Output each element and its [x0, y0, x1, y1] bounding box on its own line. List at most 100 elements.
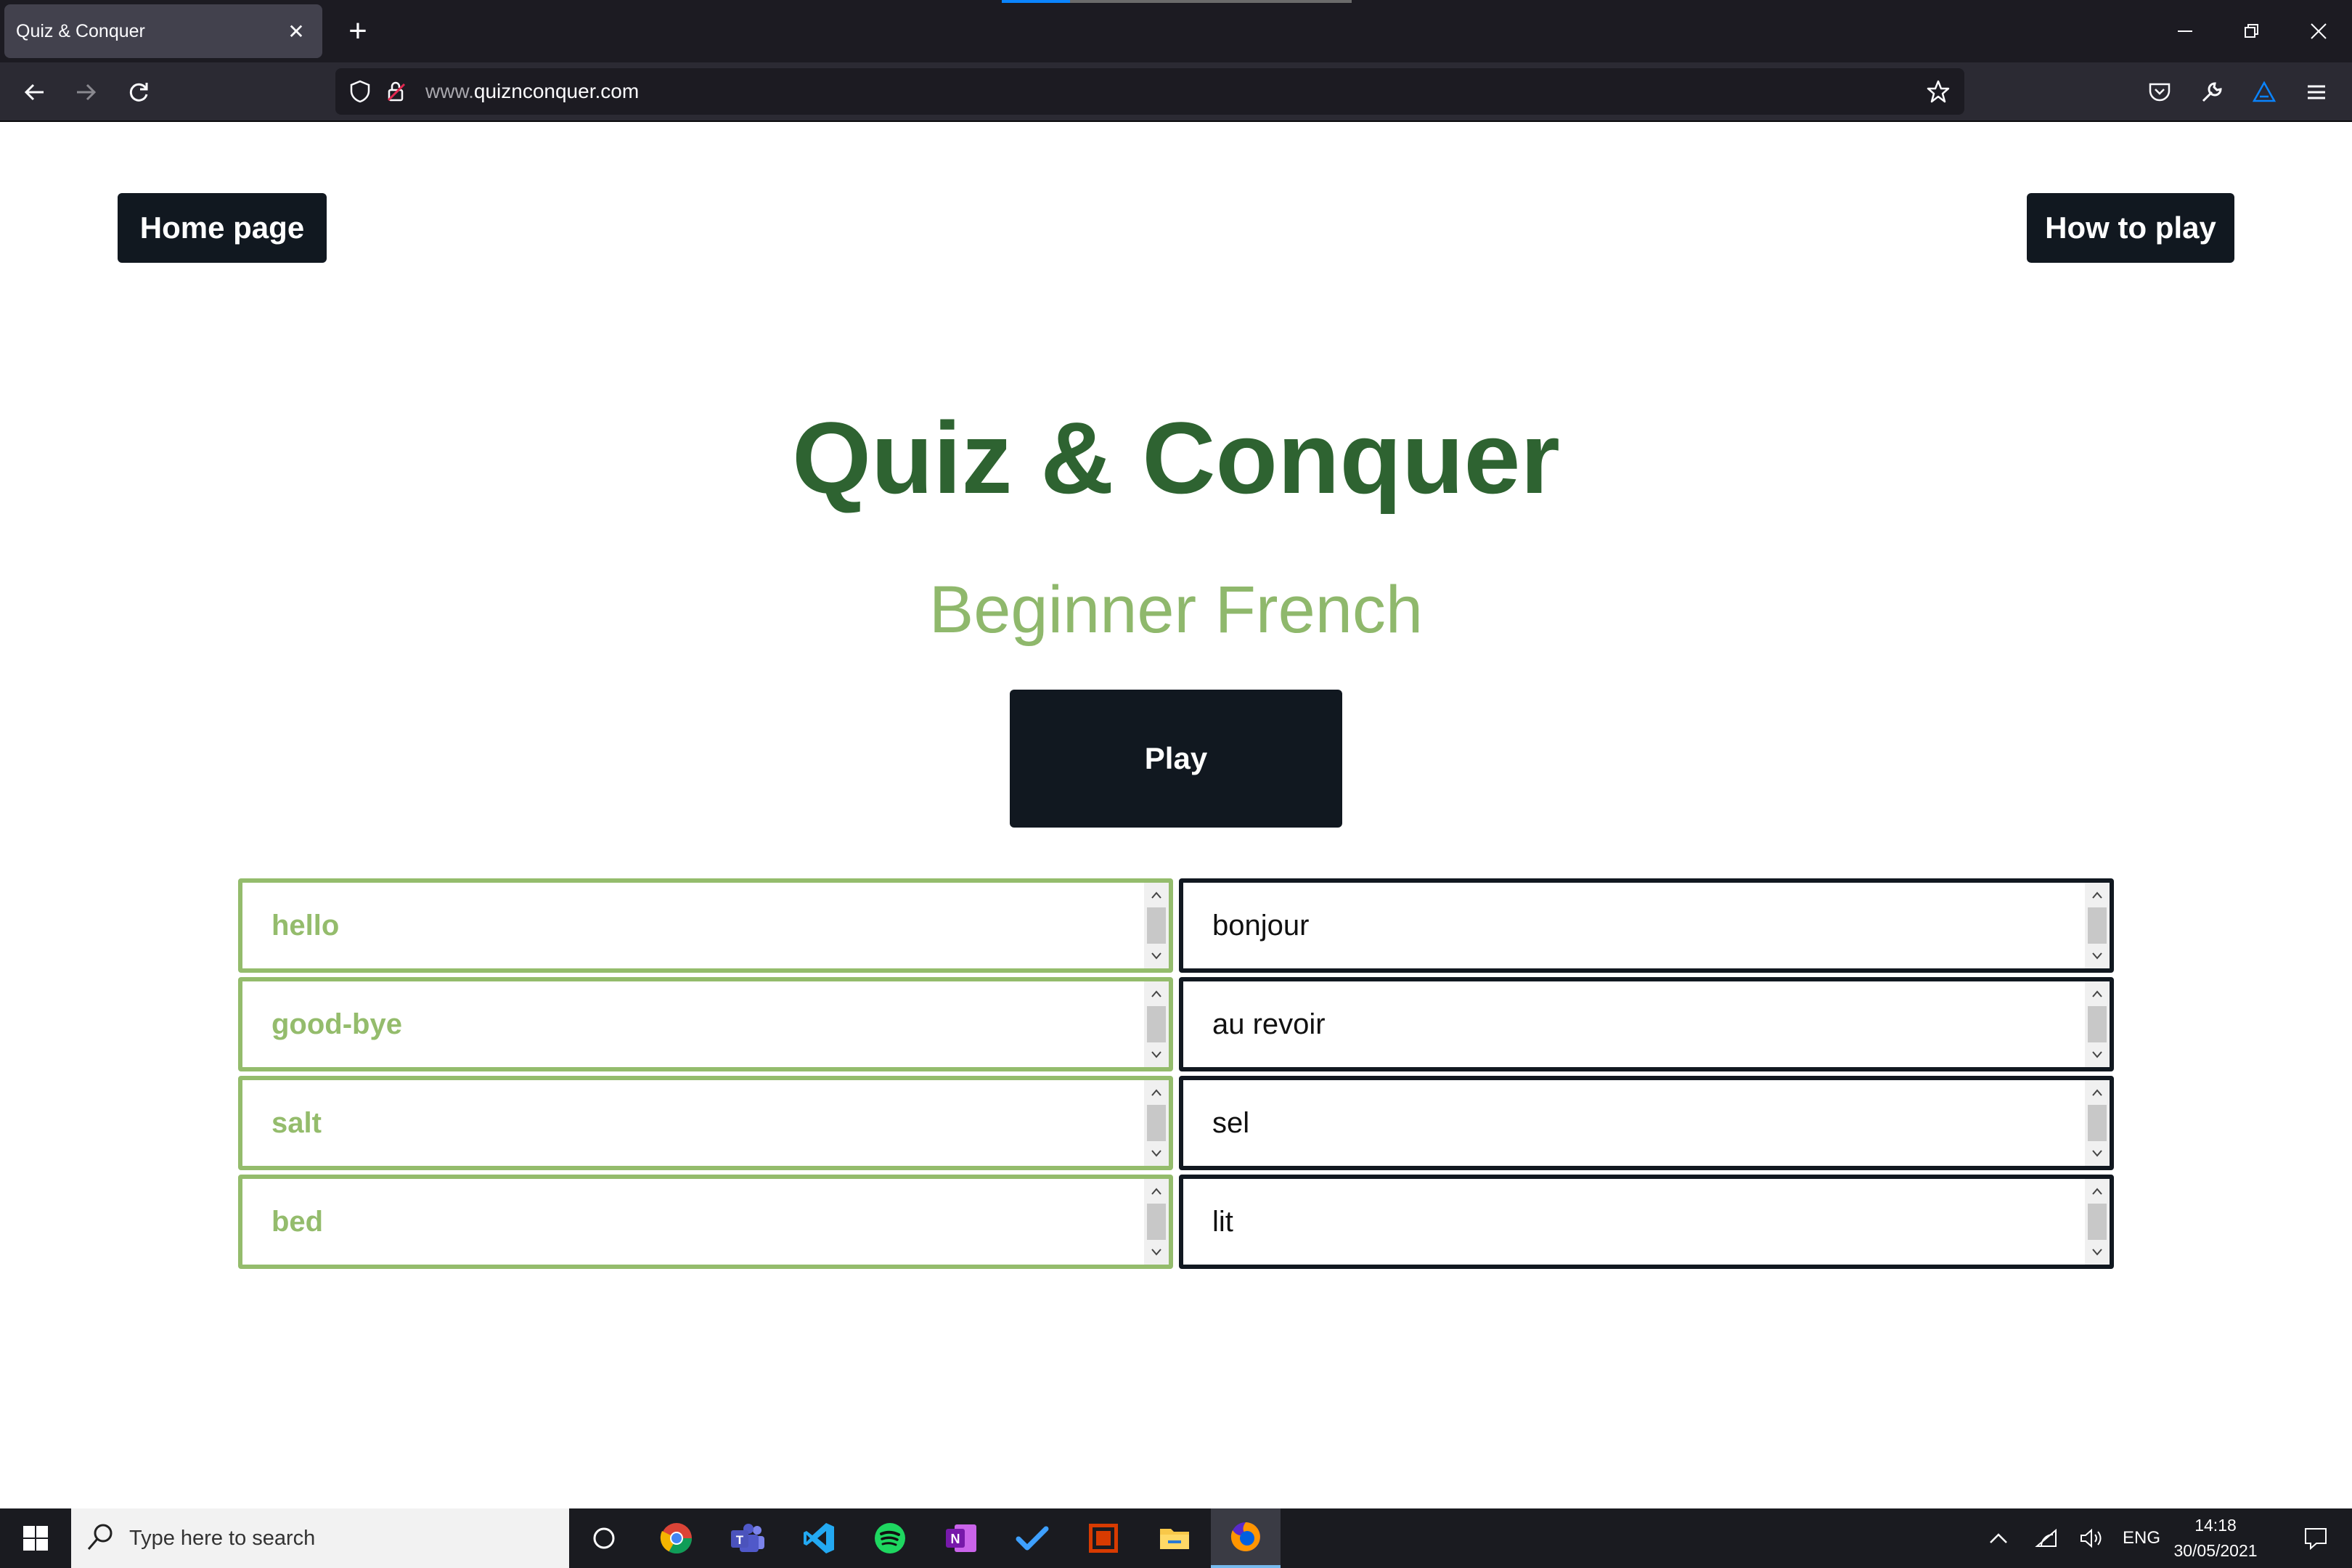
- search-placeholder: Type here to search: [129, 1526, 316, 1550]
- english-word: hello: [271, 910, 340, 942]
- scroll-up-icon[interactable]: [2085, 1180, 2110, 1202]
- scroll-thumb[interactable]: [1147, 1204, 1166, 1240]
- word-pair-row: salt sel: [238, 1076, 2114, 1175]
- english-word-field[interactable]: hello: [238, 878, 1173, 973]
- volume-icon[interactable]: [2073, 1508, 2110, 1568]
- scroll-up-icon[interactable]: [2085, 1082, 2110, 1103]
- scrollbar[interactable]: [2085, 1179, 2110, 1265]
- scrollbar[interactable]: [1144, 981, 1169, 1067]
- url-text[interactable]: www.quiznconquer.com: [425, 68, 639, 115]
- bookmark-star-icon[interactable]: [1922, 75, 1954, 107]
- windows-start-icon[interactable]: [0, 1508, 71, 1568]
- reload-icon[interactable]: [119, 73, 158, 112]
- scroll-up-icon[interactable]: [1144, 1180, 1169, 1202]
- teams-icon[interactable]: T: [713, 1508, 783, 1568]
- svg-text:N: N: [951, 1532, 960, 1546]
- scroll-down-icon[interactable]: [1144, 1044, 1169, 1066]
- url-domain: quiznconquer.com: [473, 80, 640, 102]
- spotify-icon[interactable]: [855, 1508, 925, 1568]
- how-to-play-button[interactable]: How to play: [2027, 193, 2234, 263]
- scroll-up-icon[interactable]: [2085, 983, 2110, 1005]
- web-page: Home page How to play Quiz & Conquer Beg…: [0, 123, 2352, 1508]
- scroll-down-icon[interactable]: [2085, 1241, 2110, 1263]
- shield-icon[interactable]: [344, 75, 376, 107]
- extension-icon[interactable]: [2245, 73, 2284, 112]
- scrollbar[interactable]: [2085, 1080, 2110, 1166]
- scroll-up-icon[interactable]: [1144, 884, 1169, 906]
- french-word-field[interactable]: bonjour: [1179, 878, 2114, 973]
- french-word-field[interactable]: sel: [1179, 1076, 2114, 1170]
- network-icon[interactable]: [2028, 1508, 2065, 1568]
- home-page-button[interactable]: Home page: [118, 193, 327, 263]
- browser-nav-bar: www.quiznconquer.com: [0, 62, 2352, 122]
- firefox-icon[interactable]: [1211, 1508, 1281, 1568]
- browser-tab[interactable]: Quiz & Conquer ✕: [4, 4, 322, 58]
- scrollbar[interactable]: [1144, 1179, 1169, 1265]
- chrome-icon[interactable]: [642, 1508, 711, 1568]
- forward-icon[interactable]: [67, 73, 106, 112]
- scroll-down-icon[interactable]: [2085, 1143, 2110, 1164]
- notification-icon[interactable]: [2287, 1508, 2345, 1568]
- scroll-down-icon[interactable]: [1144, 1241, 1169, 1263]
- menu-icon[interactable]: [2297, 73, 2336, 112]
- french-word-field[interactable]: au revoir: [1179, 977, 2114, 1071]
- english-word: salt: [271, 1107, 322, 1139]
- insecure-lock-icon[interactable]: [380, 75, 412, 107]
- show-hidden-icons-icon[interactable]: [1982, 1508, 2015, 1568]
- french-word: au revoir: [1212, 1008, 1326, 1040]
- word-pair-row: good-bye au revoir: [238, 977, 2114, 1076]
- onenote-icon[interactable]: N: [926, 1508, 996, 1568]
- scrollbar[interactable]: [2085, 981, 2110, 1067]
- clock-date: 30/05/2021: [2173, 1541, 2258, 1560]
- scroll-down-icon[interactable]: [1144, 1143, 1169, 1164]
- scroll-thumb[interactable]: [2088, 907, 2107, 944]
- scroll-thumb[interactable]: [1147, 907, 1166, 944]
- french-word: bonjour: [1212, 910, 1310, 942]
- word-list: hello bonjour good-bye au revoir salt se…: [238, 878, 2114, 1273]
- back-icon[interactable]: [15, 73, 54, 112]
- scrollbar[interactable]: [2085, 883, 2110, 968]
- page-subtitle: Beginner French: [928, 573, 1424, 647]
- todo-icon[interactable]: [997, 1508, 1067, 1568]
- scroll-thumb[interactable]: [1147, 1006, 1166, 1042]
- address-bar[interactable]: www.quiznconquer.com: [335, 68, 1964, 115]
- scroll-thumb[interactable]: [2088, 1006, 2107, 1042]
- scrollbar[interactable]: [1144, 883, 1169, 968]
- minimize-icon[interactable]: [2163, 13, 2207, 49]
- scroll-down-icon[interactable]: [2085, 1044, 2110, 1066]
- english-word: good-bye: [271, 1008, 402, 1040]
- word-pair-row: bed lit: [238, 1175, 2114, 1273]
- screen-recorder-icon[interactable]: [1069, 1508, 1138, 1568]
- search-icon: [86, 1522, 115, 1557]
- scroll-thumb[interactable]: [2088, 1204, 2107, 1240]
- clock[interactable]: 14:18 30/05/2021: [2157, 1513, 2274, 1564]
- tab-close-icon[interactable]: ✕: [282, 20, 311, 44]
- english-word-field[interactable]: bed: [238, 1175, 1173, 1269]
- scrollbar[interactable]: [1144, 1080, 1169, 1166]
- url-prefix: www.: [425, 80, 474, 102]
- taskbar-search-box[interactable]: Type here to search: [71, 1508, 569, 1568]
- new-tab-button[interactable]: +: [340, 13, 376, 49]
- scroll-up-icon[interactable]: [2085, 884, 2110, 906]
- scroll-up-icon[interactable]: [1144, 983, 1169, 1005]
- scroll-down-icon[interactable]: [2085, 945, 2110, 967]
- pocket-icon[interactable]: [2140, 73, 2179, 112]
- page-title: Quiz & Conquer: [792, 401, 1560, 515]
- scroll-down-icon[interactable]: [1144, 945, 1169, 967]
- scroll-thumb[interactable]: [2088, 1105, 2107, 1141]
- vscode-icon[interactable]: [784, 1508, 854, 1568]
- play-button[interactable]: Play: [1010, 690, 1342, 828]
- file-explorer-icon[interactable]: [1140, 1508, 1209, 1568]
- wrench-icon[interactable]: [2192, 73, 2231, 112]
- french-word: sel: [1212, 1107, 1250, 1139]
- restore-icon[interactable]: [2230, 13, 2274, 49]
- scroll-up-icon[interactable]: [1144, 1082, 1169, 1103]
- cortana-icon[interactable]: [569, 1508, 639, 1568]
- close-window-icon[interactable]: [2297, 13, 2340, 49]
- english-word: bed: [271, 1206, 324, 1238]
- scroll-thumb[interactable]: [1147, 1105, 1166, 1141]
- french-word-field[interactable]: lit: [1179, 1175, 2114, 1269]
- english-word-field[interactable]: salt: [238, 1076, 1173, 1170]
- english-word-field[interactable]: good-bye: [238, 977, 1173, 1071]
- word-pair-row: hello bonjour: [238, 878, 2114, 977]
